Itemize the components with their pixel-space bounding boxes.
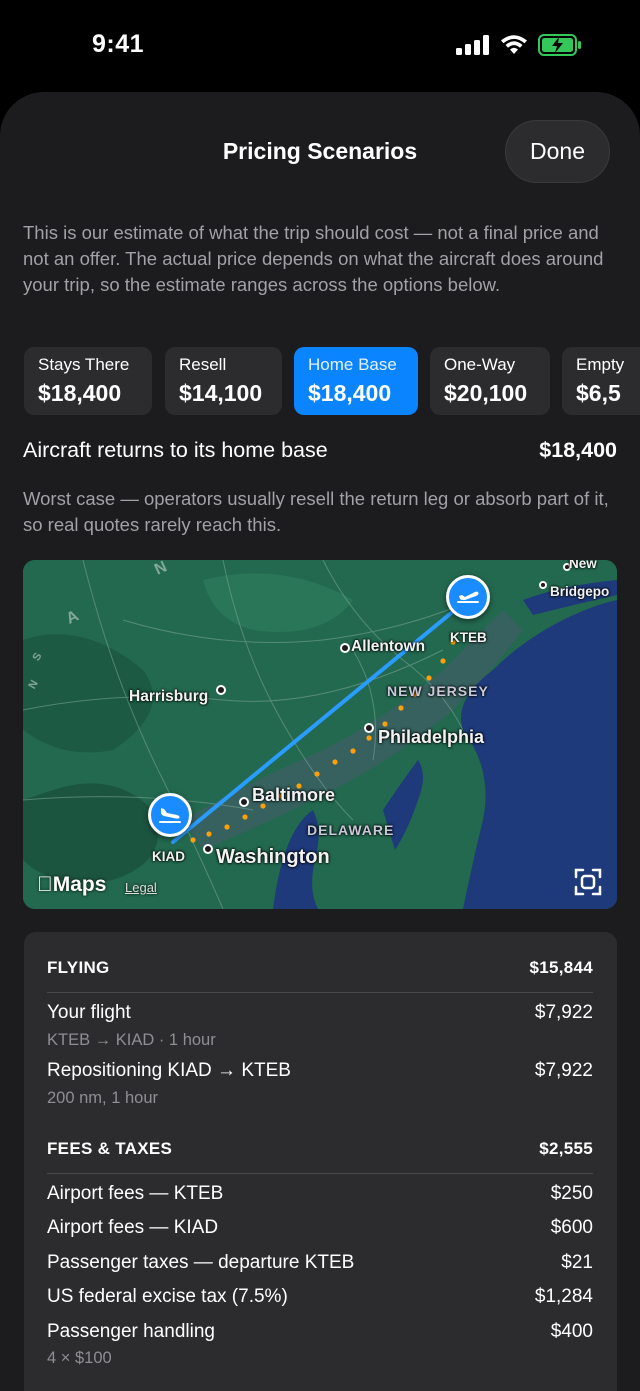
section-title: FEES & TAXES bbox=[47, 1139, 173, 1158]
battery-charging-icon bbox=[538, 34, 581, 56]
line-item-amount: $7,922 bbox=[534, 1002, 593, 1023]
fees-section-header: FEES & TAXES $2,555 bbox=[47, 1139, 593, 1159]
section-title: FLYING bbox=[47, 958, 110, 977]
selected-scenario-row: Aircraft returns to its home base $18,40… bbox=[23, 438, 617, 463]
map-label-bridgeport: Bridgepo bbox=[550, 584, 610, 599]
wifi-icon bbox=[501, 35, 527, 54]
route-map[interactable]: N A S N New Bridgepo Allentown KTEB Harr… bbox=[23, 560, 617, 909]
scenario-price: $6,5 bbox=[576, 380, 621, 406]
line-item-amount: $600 bbox=[550, 1217, 593, 1238]
line-item-your-flight: Your flight $7,922 bbox=[47, 1002, 593, 1024]
scenario-selector: Stays There $18,400 Resell $14,100 Home … bbox=[24, 347, 640, 415]
divider bbox=[47, 1173, 593, 1174]
line-item-detail: 4 × $100 bbox=[47, 1349, 112, 1367]
line-item-amount: $7,922 bbox=[534, 1060, 593, 1081]
scenario-card-stays-there[interactable]: Stays There $18,400 bbox=[24, 347, 152, 415]
line-item-detail: 200 nm, 1 hour bbox=[47, 1089, 158, 1107]
map-label-baltimore: Baltimore bbox=[252, 785, 336, 805]
line-item-label: Passenger taxes — departure KTEB bbox=[47, 1252, 355, 1273]
scenario-card-one-way[interactable]: One-Way $20,100 bbox=[430, 347, 550, 415]
line-item-airport-fees-kteb: Airport fees — KTEB $250 bbox=[47, 1183, 593, 1205]
arrival-airport-pin[interactable] bbox=[148, 793, 192, 837]
line-item-amount: $250 bbox=[550, 1183, 593, 1204]
map-label-washington: Washington bbox=[216, 846, 330, 868]
map-label-delaware: DELAWARE bbox=[307, 822, 395, 838]
apple-maps-logo: Maps bbox=[37, 873, 106, 897]
scenario-label: Stays There bbox=[38, 355, 130, 374]
line-item-repositioning: Repositioning KIAD → KTEB $7,922 bbox=[47, 1060, 593, 1082]
map-label-allentown: Allentown bbox=[351, 638, 426, 655]
line-item-passenger-taxes: Passenger taxes — departure KTEB $21 bbox=[47, 1252, 593, 1274]
line-item-label: Airport fees — KIAD bbox=[47, 1217, 219, 1238]
departure-airport-pin[interactable] bbox=[446, 575, 490, 619]
divider bbox=[47, 992, 593, 993]
scenario-card-home-base[interactable]: Home Base $18,400 bbox=[294, 347, 418, 415]
line-item-detail: KTEB → KIAD · 1 hour bbox=[47, 1031, 216, 1049]
map-label-harrisburg: Harrisburg bbox=[129, 688, 209, 705]
scenario-card-empty[interactable]: Empty $6,5 bbox=[562, 347, 640, 415]
scenario-label: Empty bbox=[576, 355, 625, 374]
line-item-passenger-handling: Passenger handling $400 bbox=[47, 1321, 593, 1343]
flying-section-header: FLYING $15,844 bbox=[47, 958, 593, 978]
status-time: 9:41 bbox=[92, 30, 145, 58]
line-item-label: US federal excise tax (7.5%) bbox=[47, 1286, 288, 1307]
line-item-amount: $21 bbox=[561, 1252, 593, 1273]
scenario-label: Resell bbox=[179, 355, 227, 374]
selected-scenario-note: Worst case — operators usually resell th… bbox=[23, 488, 609, 535]
selected-scenario-title: Aircraft returns to its home base bbox=[23, 438, 328, 462]
airplane-takeoff-icon bbox=[457, 591, 479, 603]
line-item-excise-tax: US federal excise tax (7.5%) $1,284 bbox=[47, 1286, 593, 1308]
scenario-price: $18,400 bbox=[38, 380, 122, 406]
cellular-signal-icon bbox=[456, 35, 489, 55]
section-total: $15,844 bbox=[529, 958, 593, 977]
map-label-kteb: KTEB bbox=[450, 630, 487, 645]
line-item-label: Airport fees — KTEB bbox=[47, 1183, 224, 1204]
expand-map-icon[interactable] bbox=[573, 867, 603, 897]
status-icons bbox=[456, 34, 582, 56]
map-label-new-jersey: NEW JERSEY bbox=[387, 683, 489, 699]
done-button[interactable]: Done bbox=[505, 120, 610, 183]
line-item-amount: $400 bbox=[550, 1321, 593, 1342]
line-item-label: Your flight bbox=[47, 1002, 131, 1023]
scenario-price: $18,400 bbox=[308, 380, 392, 406]
scenario-card-resell[interactable]: Resell $14,100 bbox=[165, 347, 282, 415]
line-item-amount: $1,284 bbox=[534, 1286, 593, 1307]
maps-brand-text: Maps bbox=[37, 873, 107, 896]
map-label-philadelphia: Philadelphia bbox=[378, 727, 485, 747]
scenario-label: Home Base bbox=[308, 355, 397, 374]
status-bar: 9:41 bbox=[0, 0, 640, 90]
airplane-landing-icon bbox=[159, 808, 181, 823]
map-label-new-york: New bbox=[569, 560, 597, 571]
price-breakdown: FLYING $15,844 Your flight $7,922 KTEB →… bbox=[24, 932, 617, 1391]
scenario-price: $20,100 bbox=[444, 380, 528, 406]
apple-logo-icon:  bbox=[37, 873, 53, 896]
line-item-airport-fees-kiad: Airport fees — KIAD $600 bbox=[47, 1217, 593, 1239]
pricing-sheet: Pricing Scenarios Done This is our estim… bbox=[0, 92, 640, 1391]
scenario-label: One-Way bbox=[444, 355, 516, 374]
intro-text: This is our estimate of what the trip sh… bbox=[23, 222, 604, 295]
line-item-label: Repositioning KIAD → KTEB bbox=[47, 1060, 291, 1081]
scenario-price: $14,100 bbox=[179, 380, 263, 406]
line-item-label: Passenger handling bbox=[47, 1321, 215, 1342]
map-label-kiad: KIAD bbox=[152, 849, 185, 864]
maps-legal-link[interactable]: Legal bbox=[125, 880, 157, 895]
selected-scenario-price: $18,400 bbox=[539, 438, 617, 462]
section-total: $2,555 bbox=[539, 1139, 593, 1158]
